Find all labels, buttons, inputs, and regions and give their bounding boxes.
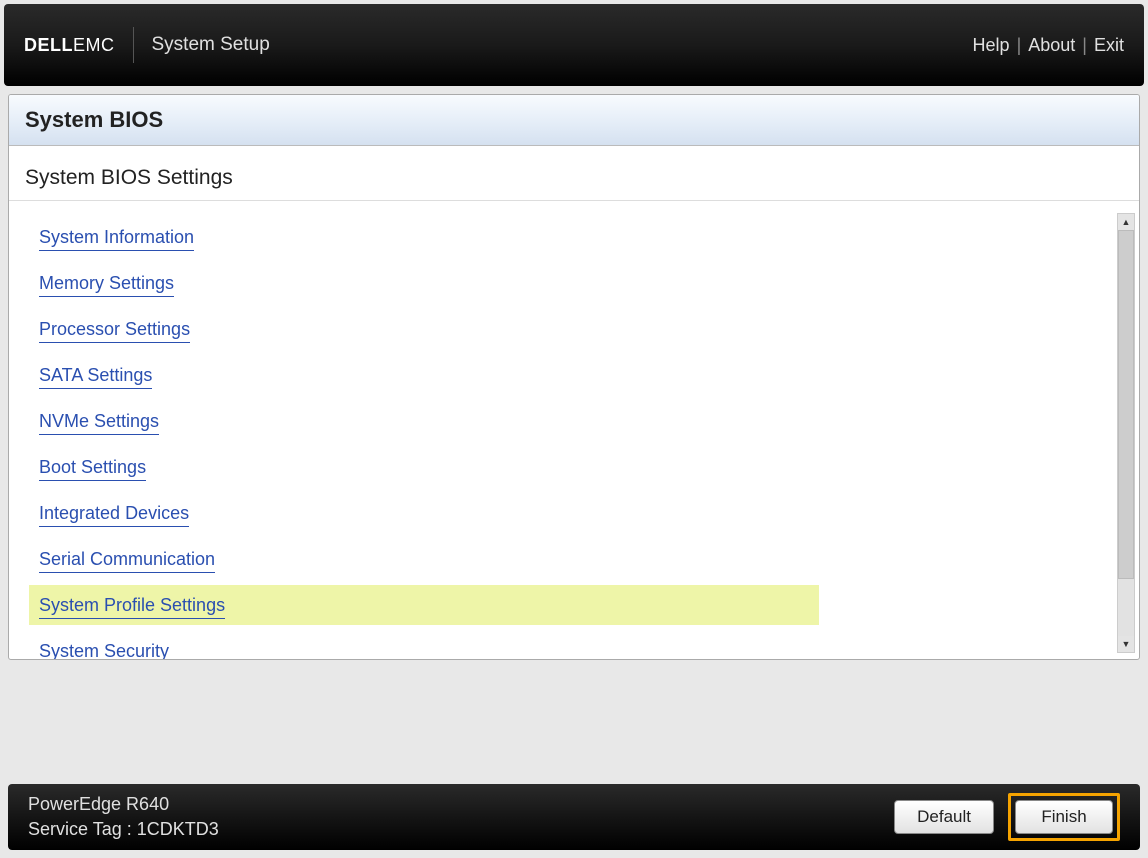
bottom-bar: PowerEdge R640 Service Tag : 1CDKTD3 Def… xyxy=(8,784,1140,850)
panel-title: System BIOS xyxy=(9,95,1139,146)
menu-item-system-profile-settings[interactable]: System Profile Settings xyxy=(29,585,819,625)
separator: | xyxy=(1017,35,1022,56)
model-label: PowerEdge R640 xyxy=(28,792,219,817)
logo-text-bold: DELL xyxy=(24,35,73,55)
menu-item-sata-settings[interactable]: SATA Settings xyxy=(29,355,1105,395)
bottom-info: PowerEdge R640 Service Tag : 1CDKTD3 xyxy=(28,792,219,842)
menu-item-system-security[interactable]: System Security xyxy=(29,631,1105,660)
menu-item-label: Memory Settings xyxy=(39,273,174,297)
menu-item-nvme-settings[interactable]: NVMe Settings xyxy=(29,401,1105,441)
scrollbar[interactable]: ▲ ▼ xyxy=(1117,213,1135,653)
top-bar-left: DELLEMC System Setup xyxy=(24,27,270,63)
menu-item-label: Processor Settings xyxy=(39,319,190,343)
menu-item-memory-settings[interactable]: Memory Settings xyxy=(29,263,1105,303)
help-link[interactable]: Help xyxy=(973,35,1010,56)
menu-item-boot-settings[interactable]: Boot Settings xyxy=(29,447,1105,487)
finish-highlight: Finish xyxy=(1008,793,1120,841)
scroll-down-icon[interactable]: ▼ xyxy=(1118,636,1134,652)
menu-item-processor-settings[interactable]: Processor Settings xyxy=(29,309,1105,349)
menu-item-label: Boot Settings xyxy=(39,457,146,481)
menu-item-integrated-devices[interactable]: Integrated Devices xyxy=(29,493,1105,533)
app-title: System Setup xyxy=(134,34,270,56)
menu-item-label: Integrated Devices xyxy=(39,503,189,527)
scrollbar-track[interactable] xyxy=(1118,230,1134,636)
finish-button[interactable]: Finish xyxy=(1015,800,1113,834)
menu-item-serial-communication[interactable]: Serial Communication xyxy=(29,539,1105,579)
service-tag-label: Service Tag : xyxy=(28,819,132,839)
logo-text-light: EMC xyxy=(73,35,115,55)
menu-item-label: System Profile Settings xyxy=(39,595,225,619)
top-bar-right: Help | About | Exit xyxy=(973,35,1124,56)
menu-item-label: System Security xyxy=(39,641,169,660)
about-link[interactable]: About xyxy=(1028,35,1075,56)
menu-list: System Information Memory Settings Proce… xyxy=(9,213,1115,660)
default-button[interactable]: Default xyxy=(894,800,994,834)
separator: | xyxy=(1082,35,1087,56)
scrollbar-thumb[interactable] xyxy=(1118,230,1134,579)
panel-subtitle: System BIOS Settings xyxy=(9,146,1139,201)
menu-container: System Information Memory Settings Proce… xyxy=(9,213,1139,653)
bottom-buttons: Default Finish xyxy=(894,793,1120,841)
main-panel: System BIOS System BIOS Settings System … xyxy=(8,94,1140,660)
menu-item-label: System Information xyxy=(39,227,194,251)
menu-item-label: Serial Communication xyxy=(39,549,215,573)
menu-item-label: SATA Settings xyxy=(39,365,152,389)
service-tag-value: 1CDKTD3 xyxy=(137,819,219,839)
exit-link[interactable]: Exit xyxy=(1094,35,1124,56)
scroll-up-icon[interactable]: ▲ xyxy=(1118,214,1134,230)
menu-item-label: NVMe Settings xyxy=(39,411,159,435)
top-bar: DELLEMC System Setup Help | About | Exit xyxy=(4,4,1144,86)
menu-item-system-information[interactable]: System Information xyxy=(29,217,1105,257)
service-tag: Service Tag : 1CDKTD3 xyxy=(28,817,219,842)
brand-logo: DELLEMC xyxy=(24,27,134,63)
